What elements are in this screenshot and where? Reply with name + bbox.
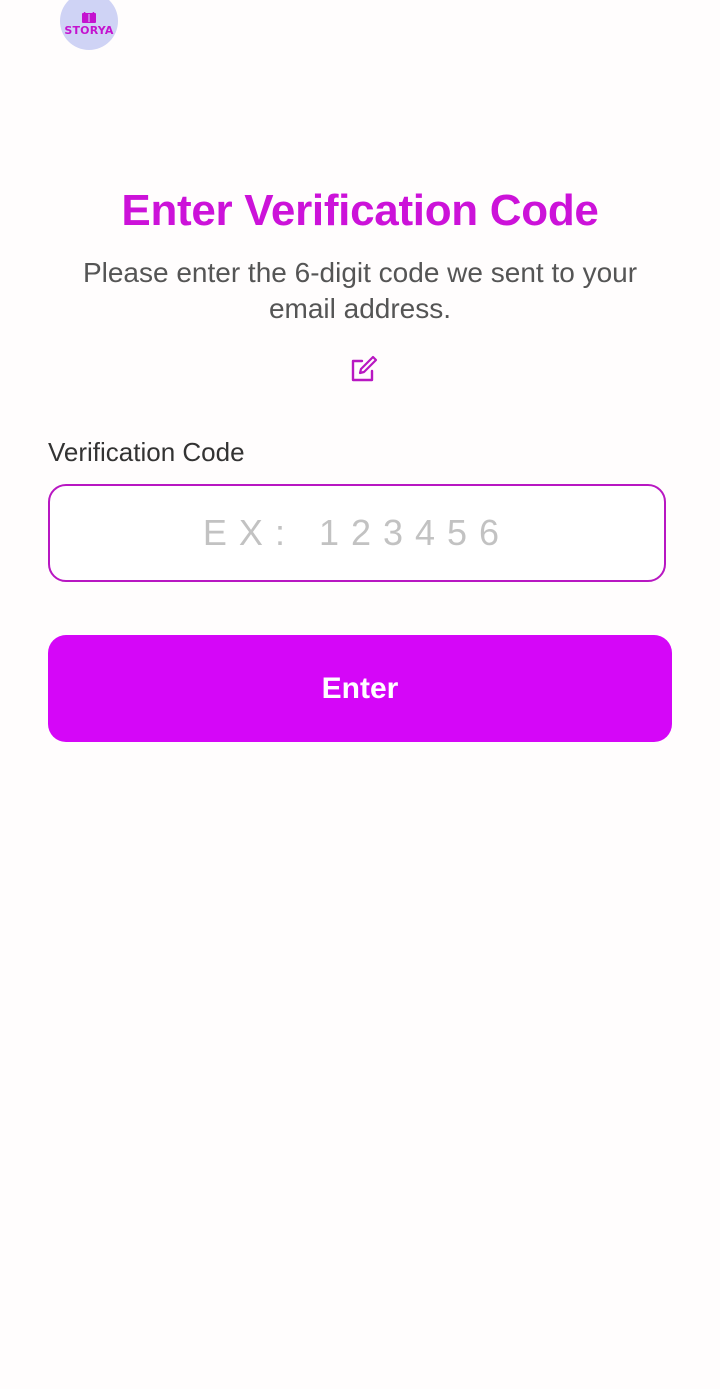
edit-icon[interactable] bbox=[348, 355, 378, 385]
enter-button[interactable]: Enter bbox=[48, 635, 672, 742]
verification-code-input[interactable] bbox=[48, 484, 666, 582]
logo-text: STORYA bbox=[64, 23, 114, 37]
page-subtitle: Please enter the 6-digit code we sent to… bbox=[82, 257, 638, 324]
verification-code-label: Verification Code bbox=[48, 437, 245, 467]
app-logo: STORYA bbox=[60, 0, 118, 50]
page-title: Enter Verification Code bbox=[121, 186, 599, 235]
logo-mark-icon bbox=[82, 11, 96, 23]
